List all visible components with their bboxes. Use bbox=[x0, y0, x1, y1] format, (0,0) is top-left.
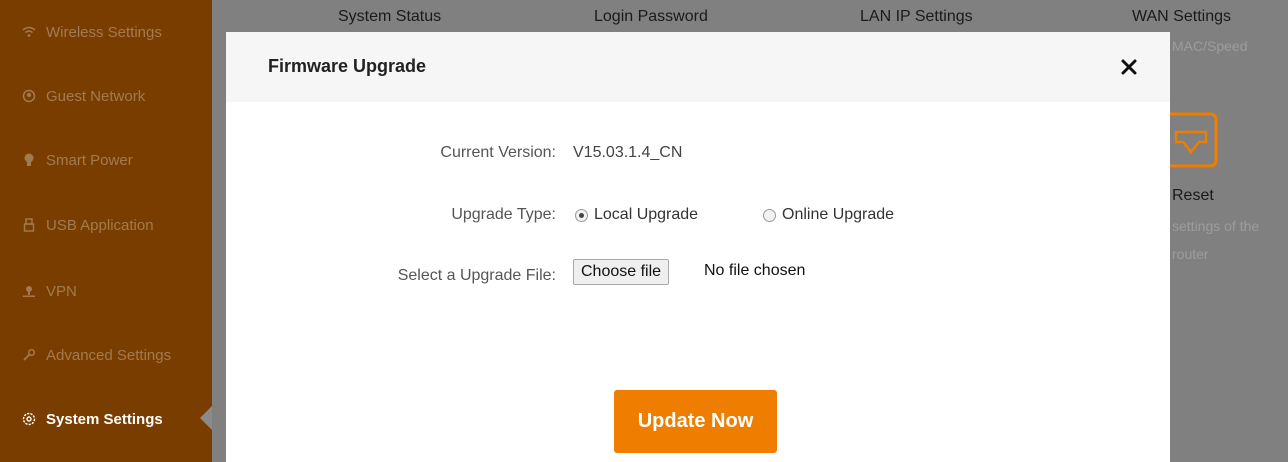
tab-login-password[interactable]: Login Password bbox=[594, 8, 708, 26]
sidebar-item-label: Wireless Settings bbox=[46, 23, 162, 41]
firmware-upgrade-dialog: Firmware Upgrade Current Version: V15.03… bbox=[226, 32, 1170, 462]
sidebar: Wireless Settings Guest Network Smart Po… bbox=[0, 0, 212, 462]
tab-wan-settings[interactable]: WAN Settings bbox=[1132, 8, 1231, 26]
sidebar-item-label: System Settings bbox=[46, 410, 163, 428]
sidebar-item-guest-network[interactable]: Guest Network bbox=[22, 81, 145, 111]
bulb-icon bbox=[22, 153, 36, 167]
radio-label: Online Upgrade bbox=[782, 206, 895, 223]
wrench-icon bbox=[22, 348, 36, 362]
upgrade-type-label: Upgrade Type: bbox=[451, 206, 556, 223]
sidebar-item-usb-application[interactable]: USB Application bbox=[22, 210, 154, 240]
active-pointer bbox=[200, 406, 212, 430]
sidebar-item-smart-power[interactable]: Smart Power bbox=[22, 145, 133, 175]
reset-title: Reset bbox=[1172, 187, 1214, 204]
sidebar-item-label: Guest Network bbox=[46, 87, 146, 105]
close-icon bbox=[1121, 59, 1137, 75]
radio-local-upgrade[interactable]: Local Upgrade bbox=[575, 206, 698, 224]
choose-file-button[interactable]: Choose file bbox=[573, 259, 670, 285]
current-version-label: Current Version: bbox=[440, 144, 556, 161]
radio-button[interactable] bbox=[763, 208, 776, 222]
sidebar-item-system-settings[interactable]: System Settings bbox=[22, 404, 163, 434]
dialog-header: Firmware Upgrade bbox=[226, 32, 1170, 102]
file-select-label: Select a Upgrade File: bbox=[397, 267, 556, 284]
sidebar-item-label: Smart Power bbox=[46, 151, 133, 169]
sidebar-item-advanced-settings[interactable]: Advanced Settings bbox=[22, 340, 171, 370]
tab-lan-ip-settings[interactable]: LAN IP Settings bbox=[860, 8, 973, 26]
update-now-button[interactable]: Update Now bbox=[614, 390, 777, 453]
radio-online-upgrade[interactable]: Online Upgrade bbox=[763, 206, 894, 224]
wifi-icon bbox=[22, 25, 36, 39]
sidebar-item-label: VPN bbox=[46, 282, 77, 300]
gear-icon bbox=[22, 412, 36, 426]
radio-button-checked[interactable] bbox=[575, 208, 588, 222]
vpn-icon bbox=[22, 284, 36, 298]
sidebar-item-label: USB Application bbox=[46, 216, 154, 234]
usb-icon bbox=[22, 218, 36, 232]
tab-system-status[interactable]: System Status bbox=[338, 8, 441, 26]
guest-icon bbox=[22, 89, 36, 103]
dialog-title: Firmware Upgrade bbox=[268, 56, 427, 76]
sidebar-item-wireless-settings[interactable]: Wireless Settings bbox=[22, 17, 162, 47]
current-version-value: V15.03.1.4_CN bbox=[573, 144, 683, 161]
reset-desc-line2: router bbox=[1172, 246, 1209, 262]
sidebar-item-vpn[interactable]: VPN bbox=[22, 276, 77, 306]
reset-icon bbox=[1166, 112, 1224, 168]
radio-label: Local Upgrade bbox=[594, 206, 699, 223]
file-status-text: No file chosen bbox=[704, 262, 806, 279]
sidebar-item-label: Advanced Settings bbox=[46, 346, 172, 364]
reset-desc-line1: settings of the bbox=[1172, 218, 1260, 234]
wan-subtext: MAC/Speed bbox=[1172, 38, 1248, 54]
close-button[interactable] bbox=[1116, 54, 1142, 80]
